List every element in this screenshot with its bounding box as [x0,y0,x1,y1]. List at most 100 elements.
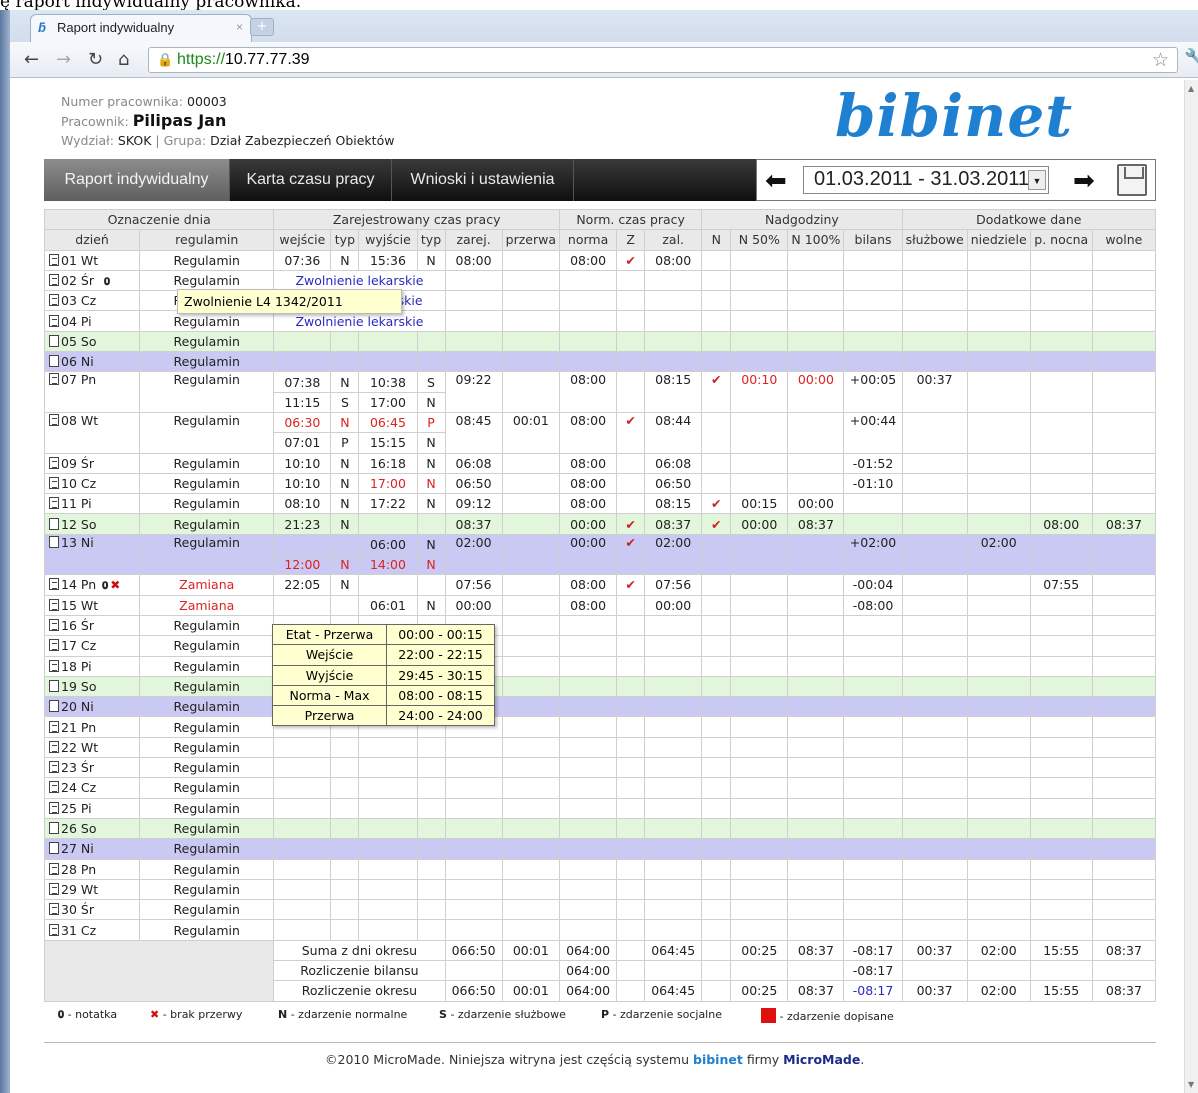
scroll-down-icon[interactable]: ▼ [1188,1080,1194,1089]
footer-brand: bibinet [693,1052,743,1067]
table-row[interactable]: 05 So Regulamin [43,330,1157,353]
table-row[interactable]: 07 Pn Regulamin 07:38 N 10:38 S 09:22 08:00… [43,371,1157,413]
day-cell[interactable]: 21 Pn [43,716,141,738]
home-icon[interactable]: ⌂ [118,49,129,70]
day-cell[interactable]: 01 Wt [43,249,141,271]
summary-row: Suma z dni okresu 066:50 00:01 064:00 064:4… [43,939,1157,1002]
group-label: Grupa: [163,133,207,148]
day-cell[interactable]: 09 Śr [43,452,141,474]
table-row[interactable]: 09 Śr Regulamin 10:10 N 16:18 N 06:08 08:00 06… [43,452,1157,474]
table-row[interactable]: 10 Cz Regulamin 10:10 N 17:00 N 06:50 08:00 06… [43,472,1157,495]
chevron-down-icon[interactable]: ▼ [1028,170,1046,190]
close-tab-icon[interactable]: × [236,20,243,34]
table-row[interactable]: 06 Ni Regulamin [43,351,1157,373]
table-row[interactable]: 27 Ni Regulamin [43,838,1157,860]
table-row[interactable]: 04 Pi Regulamin Zwolnienie lekarskie [43,310,1157,332]
regulation-cell: Regulamin [139,878,275,901]
day-cell[interactable]: 10 Cz [43,472,141,495]
legend-added: - zdarzenie dopisane [779,1010,894,1023]
address-bar[interactable]: 🔒 https://10.77.77.39 ☆ [148,47,1178,73]
table-row[interactable]: 16 Śr Regulamin [43,614,1157,637]
document-icon [49,497,59,510]
absence-cell[interactable]: Zwolnienie lekarskie [273,310,446,332]
day-cell[interactable]: 07 Pn [43,371,141,413]
day-cell[interactable]: 16 Śr [43,614,141,637]
next-period-arrow-icon[interactable]: ➡ [1073,166,1095,196]
column-header: typ [416,229,446,251]
table-row[interactable]: 15 Wt Zamiana 06:01 N 00:00 08:00 00:00 -08:0… [43,594,1157,616]
new-tab-button[interactable]: + [250,18,274,36]
day-cell[interactable]: 02 Śr 𝟎 [43,269,141,292]
wrench-icon[interactable]: 🔧 [1184,48,1198,69]
day-cell[interactable]: 17 Cz [43,635,141,657]
day-cell[interactable]: 12 So [43,513,141,535]
table-row[interactable]: 29 Wt Regulamin [43,878,1157,901]
table-row[interactable]: 24 Cz Regulamin [43,777,1157,799]
day-cell[interactable]: 11 Pi [43,493,141,515]
document-icon [49,822,59,835]
forward-icon[interactable]: → [56,49,71,70]
table-row[interactable]: 31 Cz Regulamin [43,919,1157,941]
day-cell[interactable]: 05 So [43,330,141,353]
table-row[interactable]: 08 Wt Regulamin 06:30 N 06:45 P 08:45 00:01… [43,411,1157,454]
day-cell[interactable]: 22 Wt [43,736,141,759]
save-icon[interactable] [1117,164,1147,196]
day-cell[interactable]: 04 Pi [43,310,141,332]
back-icon[interactable]: ← [24,49,39,70]
day-cell[interactable]: 25 Pi [43,797,141,819]
summary-label: Rozliczenie okresu [273,980,446,1002]
scrollbar[interactable]: ▲ ▼ [1184,80,1198,1093]
menu-wnioski-i-ustawienia[interactable]: Wnioski i ustawienia [392,159,574,201]
day-cell[interactable]: 29 Wt [43,878,141,901]
column-header: wolne [1091,229,1157,251]
check-icon: ✔ [616,533,646,576]
day-cell[interactable]: 13 Ni [43,533,141,576]
day-cell[interactable]: 14 Pn 𝟎 ✖ [43,574,141,596]
table-row[interactable]: 01 Wt Regulamin 07:36 N 15:36 N 08:00 08:00 ✔ 0… [43,249,1157,271]
menu-raport-indywidualny[interactable]: Raport indywidualny [44,159,230,201]
table-row[interactable]: 20 Ni Regulamin [43,696,1157,718]
day-cell[interactable]: 27 Ni [43,838,141,860]
table-row[interactable]: 25 Pi Regulamin [43,797,1157,819]
note-icon[interactable]: 𝟎 [104,275,110,288]
footer-company: MicroMade [783,1052,861,1067]
table-row[interactable]: 02 Śr 𝟎 Regulamin Zwolnienie lekarskie [43,269,1157,292]
day-cell[interactable]: 23 Śr [43,757,141,779]
day-cell[interactable]: 06 Ni [43,351,141,373]
prev-period-arrow-icon[interactable]: ⬅ [765,166,787,196]
table-row[interactable]: 12 So Regulamin 21:23 N 08:37 00:00 ✔ 08:37 ✔ 0… [43,513,1157,535]
table-row[interactable]: 11 Pi Regulamin 08:10 N 17:22 N 09:12 08:00 08… [43,493,1157,515]
day-cell[interactable]: 31 Cz [43,919,141,941]
day-cell[interactable]: 18 Pi [43,655,141,677]
scroll-up-icon[interactable]: ▲ [1188,84,1194,93]
day-cell[interactable]: 28 Pn [43,858,141,880]
bookmark-star-icon[interactable]: ☆ [1152,49,1169,72]
day-cell[interactable]: 08 Wt [43,411,141,454]
table-row[interactable]: 13 Ni Regulamin 06:00 N 02:00 00:00 ✔ 02:… [43,533,1157,576]
table-row[interactable]: 19 So Regulamin [43,675,1157,698]
day-cell[interactable]: 26 So [43,817,141,840]
table-row[interactable]: 17 Cz Regulamin [43,635,1157,657]
day-cell[interactable]: 30 Śr [43,899,141,921]
browser-tab[interactable]: ƃ Raport indywidualny × [30,14,252,42]
table-row[interactable]: 21 Pn Regulamin [43,716,1157,738]
table-row[interactable]: 18 Pi Regulamin [43,655,1157,677]
date-range-select[interactable]: 01.03.2011 - 31.03.2011 ▼ [803,166,1049,194]
table-row[interactable]: 26 So Regulamin [43,817,1157,840]
menu-karta-czasu-pracy[interactable]: Karta czasu pracy [230,159,392,201]
day-cell[interactable]: 19 So [43,675,141,698]
table-row[interactable]: 14 Pn 𝟎 ✖ Zamiana 22:05 N 07:56 08:00 ✔ 07:56 -0… [43,574,1157,596]
day-cell[interactable]: 24 Cz [43,777,141,799]
day-cell[interactable]: 03 Cz [43,290,141,312]
table-row[interactable]: 30 Śr Regulamin [43,899,1157,921]
table-row[interactable]: 22 Wt Regulamin [43,736,1157,759]
day-cell[interactable]: 20 Ni [43,696,141,718]
absence-cell[interactable]: Zwolnienie lekarskie [273,269,446,292]
group-header: Nadgodziny [701,208,903,231]
regulation-cell: Regulamin [139,919,275,941]
day-cell[interactable]: 15 Wt [43,594,141,616]
reload-icon[interactable]: ↻ [88,49,103,70]
note-icon[interactable]: 𝟎 [102,579,108,592]
table-row[interactable]: 23 Śr Regulamin [43,757,1157,779]
table-row[interactable]: 28 Pn Regulamin [43,858,1157,880]
